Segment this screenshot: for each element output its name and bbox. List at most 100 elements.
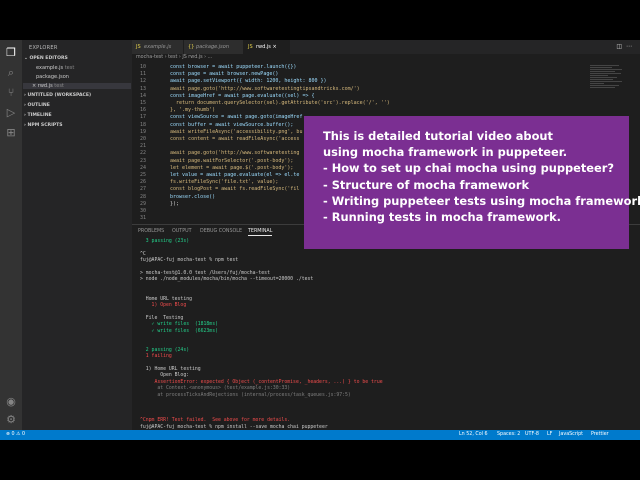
line-number: 12: [139, 78, 146, 85]
account-icon[interactable]: ◉: [4, 395, 18, 409]
tutorial-overlay: This is detailed tutorial video about us…: [304, 116, 640, 249]
code-text: browser.close(): [170, 193, 216, 200]
js-file-icon: JS: [136, 44, 141, 50]
gear-icon[interactable]: ⚙: [4, 413, 18, 427]
vscode-window: ❐ ⌕ ⑂ ▷ ⊞ ◉ ⚙ EXPLORER ⌄ OPEN EDITORS ex…: [0, 40, 640, 440]
problems-status[interactable]: ⊗ 0 ⚠ 0: [6, 430, 25, 440]
indentation[interactable]: Spaces: 2: [497, 430, 520, 440]
code-text: }, '.my-thumb'): [170, 107, 216, 114]
line-number: 28: [139, 193, 146, 200]
js-file-icon: JS: [248, 44, 253, 50]
terminal-line: 1) Open Blog: [140, 303, 187, 308]
breadcrumb[interactable]: mocha-test › test › JS rwd.js › ...: [136, 55, 212, 60]
terminal-line: 3 passing (23s): [140, 239, 190, 244]
code-text: const blogPost = await fs.readFileSync('…: [170, 186, 300, 193]
line-number: 22: [139, 150, 146, 157]
language-mode[interactable]: JavaScript: [559, 430, 583, 440]
explorer-title: EXPLORER: [29, 45, 58, 51]
line-number: 29: [139, 200, 146, 207]
overlay-line: - Writing puppeteer tests using mocha fr…: [323, 193, 640, 208]
code-text: await page.goto('http://www.softwaretest…: [170, 85, 360, 92]
line-number: 27: [139, 186, 146, 193]
line-number: 26: [139, 179, 146, 186]
formatter[interactable]: Prettier: [591, 430, 609, 440]
line-number: 21: [139, 143, 146, 150]
timeline-section[interactable]: › TIMELINE: [24, 113, 52, 118]
code-text: await page.setViewport({ width: 1200, he…: [170, 78, 327, 85]
code-text: const viewSource = await page.goto(image…: [170, 114, 303, 121]
source-control-icon[interactable]: ⑂: [4, 86, 18, 100]
json-file-icon: {}: [188, 44, 195, 50]
npm-scripts-section[interactable]: › NPM SCRIPTS: [24, 123, 63, 128]
code-text: });: [170, 200, 180, 207]
terminal-line: ✓ write files (6623ms): [140, 328, 218, 334]
overlay-line: - How to set up chai mocha using puppete…: [323, 161, 614, 176]
editor-actions[interactable]: ◫⋯: [616, 40, 636, 54]
minimap[interactable]: [590, 64, 626, 124]
terminal-line: 1 failing: [140, 354, 172, 360]
tab-output[interactable]: OUTPUT: [172, 229, 192, 234]
tab-rwd-js[interactable]: JS rwd.js ×: [244, 40, 290, 54]
tab-debug-console[interactable]: DEBUG CONSOLE: [200, 229, 242, 234]
outline-section[interactable]: › OUTLINE: [24, 103, 50, 108]
open-editors-section[interactable]: ⌄ OPEN EDITORS: [24, 56, 68, 61]
code-text: await page.waitForSelector('.post-body')…: [170, 157, 294, 164]
code-text: const buffer = await viewSource.buffer()…: [170, 121, 294, 128]
line-number: 31: [139, 215, 146, 222]
open-editor-example-js[interactable]: example.js test: [36, 65, 74, 71]
line-number: 24: [139, 164, 146, 171]
open-editor-rwd-js[interactable]: × rwd.js test: [23, 83, 131, 89]
line-number: 11: [139, 71, 146, 78]
files-icon[interactable]: ❐: [4, 46, 18, 60]
line-number: 30: [139, 208, 146, 214]
overlay-line: using mocha framework in puppeteer.: [323, 145, 568, 160]
code-text: let element = await page.$('.post-body')…: [170, 164, 294, 171]
explorer-sidebar: EXPLORER ⌄ OPEN EDITORS example.js test …: [22, 40, 132, 430]
code-text: const page = await browser.newPage(): [170, 71, 279, 78]
code-text: const content = await readFileAsync('acc…: [170, 136, 300, 142]
cursor-position[interactable]: Ln 52, Col 6: [459, 430, 488, 440]
split-editor-icon[interactable]: ◫: [616, 43, 626, 50]
line-number: 20: [139, 136, 146, 142]
terminal-line: > node ./node_modules/mocha/bin/mocha --…: [140, 277, 314, 283]
terminal-line: at processTicksAndRejections (internal/p…: [140, 392, 351, 398]
code-text: const imageHref = await page.evaluate((s…: [170, 92, 315, 99]
tab-problems[interactable]: PROBLEMS: [138, 229, 164, 234]
line-number: 23: [139, 157, 146, 164]
line-number: 25: [139, 172, 146, 178]
code-text: await writeFileAsync('accessibility.png'…: [170, 128, 303, 135]
line-number: 10: [139, 64, 146, 70]
code-text: const browser = await puppeteer.launch({…: [170, 64, 297, 70]
line-number: 16: [139, 107, 146, 114]
tab-terminal[interactable]: TERMINAL: [248, 229, 273, 236]
code-text: await page.goto('http://www.softwaretest…: [170, 150, 300, 157]
overlay-line: - Running tests in mocha framework.: [323, 210, 561, 225]
search-icon[interactable]: ⌕: [4, 66, 18, 80]
open-editor-package-json[interactable]: package.json: [36, 74, 69, 80]
more-actions-icon[interactable]: ⋯: [626, 43, 636, 50]
tab-package-json[interactable]: {} package.json: [184, 40, 244, 54]
terminal-line: fuj@APAC-fuj mocha-test % npm test: [140, 258, 239, 264]
status-bar: ⊗ 0 ⚠ 0 Ln 52, Col 6 Spaces: 2 UTF-8 LF …: [0, 430, 640, 440]
line-number: 17: [139, 114, 146, 121]
code-text: return document.querySelector(sel).getAt…: [170, 100, 390, 106]
line-ending[interactable]: LF: [547, 430, 552, 440]
close-icon[interactable]: ×: [273, 44, 277, 50]
line-number: 15: [139, 100, 146, 106]
code-text: fs.writeFileSync('file.txt', value);: [170, 179, 279, 186]
encoding[interactable]: UTF-8: [525, 430, 539, 440]
line-number: 13: [139, 85, 146, 92]
bottom-panel: PROBLEMS OUTPUT DEBUG CONSOLE TERMINAL 3…: [132, 224, 640, 431]
line-number: 18: [139, 121, 146, 128]
overlay-line: This is detailed tutorial video about: [323, 129, 553, 143]
debug-icon[interactable]: ▷: [4, 106, 18, 120]
editor-tabs: JS example.js {} package.json JS rwd.js × ◫…: [132, 40, 640, 54]
line-number: 14: [139, 92, 146, 99]
extensions-icon[interactable]: ⊞: [4, 126, 18, 140]
overlay-line: - Structure of mocha framework: [323, 177, 530, 192]
line-number: 19: [139, 128, 146, 135]
workspace-section[interactable]: › UNTITLED (WORKSPACE): [24, 93, 91, 98]
activity-bar: ❐ ⌕ ⑂ ▷ ⊞ ◉ ⚙: [0, 40, 22, 430]
tab-example-js[interactable]: JS example.js: [132, 40, 184, 54]
code-text: let value = await page.evaluate(el => el…: [170, 172, 300, 178]
